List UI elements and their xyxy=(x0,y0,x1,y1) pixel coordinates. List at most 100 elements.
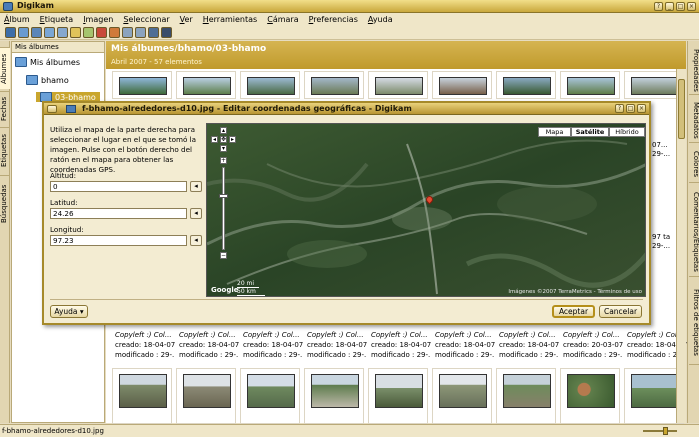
dialog-close-button[interactable]: × xyxy=(637,104,646,113)
search-icon[interactable] xyxy=(57,27,68,38)
tab-colores[interactable]: Colores xyxy=(689,147,699,183)
menu-imagen[interactable]: Imagen xyxy=(83,15,113,24)
folder-icon[interactable] xyxy=(70,27,81,38)
map-type-mapa[interactable]: Mapa xyxy=(538,127,571,137)
pan-up-icon[interactable]: ▴ xyxy=(220,127,227,134)
help-button[interactable]: Ayuda ▾ xyxy=(50,305,88,318)
tab-comentarios-etiquetas[interactable]: Comentarios/Etiquetas xyxy=(689,187,699,277)
album-header: Mis álbumes/bhamo/03-bhamo Abril 2007 - … xyxy=(106,41,686,69)
google-logo: Google xyxy=(211,286,239,294)
menu-camara[interactable]: Cámara xyxy=(267,15,298,24)
map-type-hibrido[interactable]: Híbrido xyxy=(609,127,645,137)
thumbnail-image xyxy=(375,77,423,95)
menu-herramientas[interactable]: Herramientas xyxy=(203,15,258,24)
accept-button[interactable]: Aceptar xyxy=(552,305,595,318)
clear-altitude-icon[interactable]: ◂ xyxy=(190,181,202,192)
tab-busquedas[interactable]: Búsquedas xyxy=(0,175,10,231)
camera-icon[interactable] xyxy=(31,27,42,38)
thumbnail-cell[interactable] xyxy=(624,71,684,99)
menu-ayuda[interactable]: Ayuda xyxy=(368,15,393,24)
menu-ver[interactable]: Ver xyxy=(180,15,193,24)
map-copyright[interactable]: Imágenes ©2007 TerraMetrics - Términos d… xyxy=(508,289,642,295)
dialog-menu-button[interactable] xyxy=(47,105,57,113)
tab-propiedades[interactable]: Propiedades xyxy=(689,47,699,95)
zoom-out-icon[interactable] xyxy=(135,27,146,38)
maximize-window-button[interactable]: □ xyxy=(676,2,685,11)
thumbnail-cell[interactable] xyxy=(368,368,428,424)
pan-down-icon[interactable]: ▾ xyxy=(220,145,227,152)
status-bar: f-bhamo-alrededores-d10.jpg xyxy=(0,424,699,437)
thumbnail-cell[interactable] xyxy=(240,71,300,99)
thumbnail-cell[interactable] xyxy=(496,71,556,99)
thumbnail-cell[interactable] xyxy=(432,71,492,99)
menu-album[interactable]: Álbum xyxy=(4,15,30,24)
thumbnail-metadata: Copyleft :) Col...creado: 18-04-07...mod… xyxy=(371,331,431,359)
thumbnail-cell[interactable] xyxy=(368,71,428,99)
thumbnail-cell[interactable] xyxy=(304,71,364,99)
tag-icon[interactable] xyxy=(83,27,94,38)
dialog-instructions: Utiliza el mapa de la parte derecha para… xyxy=(50,125,197,174)
menu-seleccionar[interactable]: Seleccionar xyxy=(123,15,169,24)
map-zoom-knob[interactable] xyxy=(219,194,228,198)
album-properties-icon[interactable] xyxy=(18,27,29,38)
tree-item-root[interactable]: Mis álbumes xyxy=(15,57,80,67)
thumbnail-cell[interactable] xyxy=(176,71,236,99)
pencil-icon[interactable] xyxy=(109,27,120,38)
thumbnail-cell[interactable] xyxy=(560,368,620,424)
thumbnail-scrollbar[interactable] xyxy=(676,69,686,423)
thumbnail-cell[interactable] xyxy=(176,368,236,424)
thumbnail-cell[interactable] xyxy=(624,368,684,424)
dialog-maximize-button[interactable]: □ xyxy=(626,104,635,113)
zoom-in-map-icon[interactable]: + xyxy=(220,157,227,164)
tab-metadatos[interactable]: Metadatos xyxy=(689,99,699,143)
tab-etiquetas[interactable]: Etiquetas xyxy=(0,127,10,173)
clear-longitude-icon[interactable]: ◂ xyxy=(190,235,202,246)
fullscreen-icon[interactable] xyxy=(148,27,159,38)
new-album-icon[interactable] xyxy=(5,27,16,38)
thumbnail-metadata: Copyleft :) Col...creado: 18-04-07...mod… xyxy=(179,331,239,359)
pan-left-icon[interactable]: ◂ xyxy=(211,136,218,143)
scrollbar-thumb[interactable] xyxy=(678,79,685,139)
thumbnail-cell[interactable] xyxy=(560,71,620,99)
help-window-button[interactable]: ? xyxy=(654,2,663,11)
longitude-input[interactable]: 97.23 xyxy=(50,235,187,246)
tree-item-bhamo[interactable]: bhamo xyxy=(26,75,69,85)
center-map-icon[interactable]: ✥ xyxy=(220,136,227,143)
close-window-button[interactable]: × xyxy=(687,2,696,11)
thumbnail-metadata: Copyleft :) Col...creado: 20-03-07...mod… xyxy=(563,331,623,359)
thumbnail-image xyxy=(631,77,679,95)
edit-icon[interactable] xyxy=(96,27,107,38)
map-type-satelite[interactable]: Satélite xyxy=(571,127,609,137)
pan-right-icon[interactable]: ▸ xyxy=(229,136,236,143)
zoom-slider[interactable] xyxy=(635,427,685,435)
altitude-input[interactable]: 0 xyxy=(50,181,187,192)
thumbnail-cell[interactable] xyxy=(304,368,364,424)
tab-albumes[interactable]: Álbumes xyxy=(0,47,10,89)
thumbnail-cell[interactable] xyxy=(496,368,556,424)
menu-preferencias[interactable]: Preferencias xyxy=(309,15,358,24)
zoom-out-map-icon[interactable]: − xyxy=(220,252,227,259)
tree-item-label: Mis álbumes xyxy=(30,57,80,67)
clear-latitude-icon[interactable]: ◂ xyxy=(190,208,202,219)
dialog-titlebar: f-bhamo-alrededores-d10.jpg - Editar coo… xyxy=(44,103,649,115)
latitude-label: Latitud: xyxy=(50,198,78,207)
import-icon[interactable] xyxy=(44,27,55,38)
thumbnail-cell[interactable] xyxy=(112,71,172,99)
cancel-button[interactable]: Cancelar xyxy=(599,305,642,318)
menu-etiqueta[interactable]: Etiqueta xyxy=(40,15,74,24)
longitude-label: Longitud: xyxy=(50,225,84,234)
tab-filtros-etiquetas[interactable]: Filtros de etiquetas xyxy=(689,281,699,365)
tab-fechas[interactable]: Fechas xyxy=(0,91,10,125)
thumbnail-metadata: Copyleft :) Col...creado: 18-04-07...mod… xyxy=(499,331,559,359)
minimize-window-button[interactable]: _ xyxy=(665,2,674,11)
map-zoom-slider[interactable] xyxy=(222,167,225,250)
dialog-help-button[interactable]: ? xyxy=(615,104,624,113)
satellite-map[interactable]: Mapa Satélite Híbrido ▴ ◂ ✥ ▸ ▾ + − 20 m… xyxy=(206,123,646,297)
thumbnail-cell[interactable] xyxy=(112,368,172,424)
thumbnail-cell[interactable] xyxy=(240,368,300,424)
slideshow-icon[interactable] xyxy=(161,27,172,38)
thumbnail-cell[interactable] xyxy=(432,368,492,424)
zoom-in-icon[interactable] xyxy=(122,27,133,38)
latitude-input[interactable]: 24.26 xyxy=(50,208,187,219)
zoom-slider-knob[interactable] xyxy=(663,427,668,435)
